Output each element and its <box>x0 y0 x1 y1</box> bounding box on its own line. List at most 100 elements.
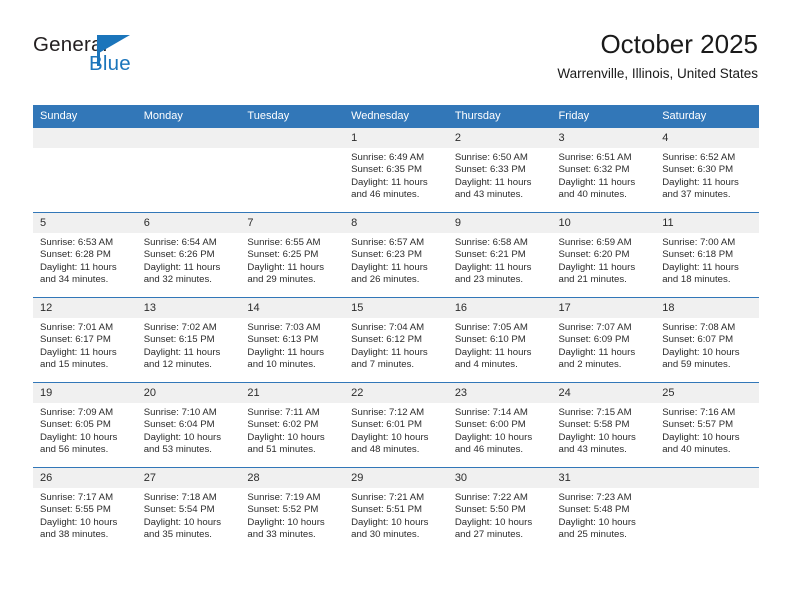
calendar-day-cell[interactable]: 7 Sunrise: 6:55 AM Sunset: 6:25 PM Daylight… <box>240 212 345 298</box>
weekday-header-sunday: Sunday <box>33 105 137 128</box>
daylight-text-line1: Daylight: 10 hours <box>662 431 740 443</box>
daylight-text-line1: Daylight: 10 hours <box>454 516 533 528</box>
day-number: 15 <box>344 298 448 318</box>
calendar-day-cell[interactable]: 10 Sunrise: 6:59 AM Sunset: 6:20 PM Dayligh… <box>551 212 656 298</box>
calendar-day-cell[interactable]: 4 Sunrise: 6:52 AM Sunset: 6:30 PM Daylight… <box>655 128 759 213</box>
calendar-day-cell[interactable]: 1 Sunrise: 6:49 AM Sunset: 6:35 PM Daylight… <box>344 128 448 213</box>
sunset-text: Sunset: 6:10 PM <box>454 334 526 346</box>
calendar-day-cell[interactable]: 6 Sunrise: 6:54 AM Sunset: 6:26 PM Daylight… <box>136 212 241 298</box>
calendar-day-cell[interactable]: 20 Sunrise: 7:10 AM Sunset: 6:04 PM Dayligh… <box>136 382 241 468</box>
sunrise-text: Sunrise: 6:59 AM <box>558 237 632 248</box>
calendar-day-cell[interactable]: 2 Sunrise: 6:50 AM Sunset: 6:33 PM Daylight… <box>447 128 552 213</box>
day-details: Sunrise: 7:19 AM Sunset: 5:52 PM Daylight:… <box>240 488 344 541</box>
calendar-day-cell[interactable]: 11 Sunrise: 7:00 AM Sunset: 6:18 PM Dayligh… <box>655 212 759 298</box>
day-number: 16 <box>447 298 552 318</box>
day-details: Sunrise: 7:01 AM Sunset: 6:17 PM Daylight:… <box>33 318 137 371</box>
daylight-text-line1: Daylight: 11 hours <box>351 346 428 358</box>
daylight-text-line1: Daylight: 10 hours <box>143 516 222 528</box>
daylight-text-line2: and 35 minutes. <box>143 528 212 540</box>
calendar-day-cell[interactable]: 5 Sunrise: 6:53 AM Sunset: 6:28 PM Daylight… <box>33 212 137 298</box>
day-details: Sunrise: 6:49 AM Sunset: 6:35 PM Daylight:… <box>344 148 448 201</box>
calendar-week-row: 12 Sunrise: 7:01 AM Sunset: 6:17 PM Dayligh… <box>33 297 759 383</box>
daylight-text-line1: Daylight: 11 hours <box>247 346 325 358</box>
daylight-text-line2: and 53 minutes. <box>143 443 212 455</box>
calendar-day-cell[interactable]: 14 Sunrise: 7:03 AM Sunset: 6:13 PM Dayligh… <box>240 297 345 383</box>
daylight-text-line1: Daylight: 10 hours <box>662 346 740 358</box>
day-details <box>137 148 241 201</box>
day-number: 19 <box>33 383 137 403</box>
day-details: Sunrise: 7:22 AM Sunset: 5:50 PM Daylight:… <box>448 488 552 541</box>
day-number: 24 <box>551 383 656 403</box>
calendar-day-cell[interactable]: 23 Sunrise: 7:14 AM Sunset: 6:00 PM Dayligh… <box>447 382 552 468</box>
day-details: Sunrise: 6:57 AM Sunset: 6:23 PM Daylight:… <box>344 233 448 286</box>
calendar-day-cell[interactable]: 25 Sunrise: 7:16 AM Sunset: 5:57 PM Dayligh… <box>655 382 759 468</box>
calendar-day-cell[interactable]: 31 Sunrise: 7:23 AM Sunset: 5:48 PM Dayligh… <box>551 467 656 552</box>
day-number: 18 <box>655 298 759 318</box>
sunset-text: Sunset: 6:01 PM <box>351 419 423 431</box>
calendar-day-cell[interactable]: 18 Sunrise: 7:08 AM Sunset: 6:07 PM Dayligh… <box>655 297 759 383</box>
calendar-day-cell[interactable]: 16 Sunrise: 7:05 AM Sunset: 6:10 PM Dayligh… <box>447 297 552 383</box>
calendar-day-cell[interactable]: 17 Sunrise: 7:07 AM Sunset: 6:09 PM Dayligh… <box>551 297 656 383</box>
sunrise-text: Sunrise: 7:00 AM <box>662 237 736 248</box>
sunrise-text: Sunrise: 6:50 AM <box>454 152 528 163</box>
daylight-text-line1: Daylight: 10 hours <box>247 516 325 528</box>
sunset-text: Sunset: 6:25 PM <box>247 249 319 261</box>
general-blue-logo[interactable]: General Blue <box>33 33 193 81</box>
calendar-day-cell[interactable]: 3 Sunrise: 6:51 AM Sunset: 6:32 PM Daylight… <box>551 128 656 213</box>
calendar-day-cell[interactable]: 26 Sunrise: 7:17 AM Sunset: 5:55 PM Dayligh… <box>33 467 137 552</box>
daylight-text-line2: and 37 minutes. <box>662 188 731 200</box>
calendar-day-cell[interactable]: 19 Sunrise: 7:09 AM Sunset: 6:05 PM Dayligh… <box>33 382 137 468</box>
calendar-day-cell[interactable]: 15 Sunrise: 7:04 AM Sunset: 6:12 PM Dayligh… <box>344 297 448 383</box>
calendar-day-cell[interactable]: 8 Sunrise: 6:57 AM Sunset: 6:23 PM Daylight… <box>344 212 448 298</box>
day-details: Sunrise: 7:02 AM Sunset: 6:15 PM Daylight:… <box>137 318 241 371</box>
weekday-header-saturday: Saturday <box>655 105 759 128</box>
daylight-text-line2: and 30 minutes. <box>351 528 420 540</box>
sunrise-text: Sunrise: 7:21 AM <box>351 492 425 503</box>
calendar-day-cell[interactable]: 13 Sunrise: 7:02 AM Sunset: 6:15 PM Dayligh… <box>136 297 241 383</box>
sunset-text: Sunset: 6:04 PM <box>143 419 215 431</box>
weekday-header-tuesday: Tuesday <box>240 105 345 128</box>
sunrise-text: Sunrise: 7:10 AM <box>143 407 217 418</box>
calendar-day-cell[interactable]: 24 Sunrise: 7:15 AM Sunset: 5:58 PM Dayligh… <box>551 382 656 468</box>
sunset-text: Sunset: 5:50 PM <box>454 504 526 516</box>
calendar-day-cell[interactable]: 27 Sunrise: 7:18 AM Sunset: 5:54 PM Dayligh… <box>136 467 241 552</box>
day-details <box>240 148 344 201</box>
daylight-text-line1: Daylight: 11 hours <box>143 261 221 273</box>
day-details: Sunrise: 7:18 AM Sunset: 5:54 PM Daylight:… <box>137 488 241 541</box>
calendar-day-cell[interactable]: 28 Sunrise: 7:19 AM Sunset: 5:52 PM Dayligh… <box>240 467 345 552</box>
calendar-week-row: 5 Sunrise: 6:53 AM Sunset: 6:28 PM Daylight… <box>33 212 759 298</box>
calendar-day-cell[interactable]: 21 Sunrise: 7:11 AM Sunset: 6:02 PM Dayligh… <box>240 382 345 468</box>
calendar-day-cell[interactable]: 12 Sunrise: 7:01 AM Sunset: 6:17 PM Dayligh… <box>33 297 137 383</box>
daylight-text-line2: and 34 minutes. <box>40 273 109 285</box>
calendar-day-cell[interactable]: 29 Sunrise: 7:21 AM Sunset: 5:51 PM Dayligh… <box>344 467 448 552</box>
calendar-cell-empty <box>240 128 345 213</box>
daylight-text-line1: Daylight: 11 hours <box>558 346 636 358</box>
sunrise-text: Sunrise: 7:23 AM <box>558 492 632 503</box>
daylight-text-line1: Daylight: 11 hours <box>40 346 117 358</box>
day-number: 29 <box>344 468 448 488</box>
day-number: 28 <box>240 468 345 488</box>
daylight-text-line2: and 18 minutes. <box>662 273 731 285</box>
weekday-header-monday: Monday <box>136 105 241 128</box>
daylight-text-line1: Daylight: 10 hours <box>40 516 118 528</box>
sunset-text: Sunset: 6:13 PM <box>247 334 319 346</box>
day-details: Sunrise: 7:05 AM Sunset: 6:10 PM Daylight:… <box>448 318 552 371</box>
day-number: 14 <box>240 298 345 318</box>
sunset-text: Sunset: 6:07 PM <box>662 334 734 346</box>
calendar-day-cell[interactable]: 9 Sunrise: 6:58 AM Sunset: 6:21 PM Daylight… <box>447 212 552 298</box>
day-number: 3 <box>551 128 656 148</box>
sunset-text: Sunset: 5:55 PM <box>40 504 111 516</box>
sunset-text: Sunset: 5:52 PM <box>247 504 319 516</box>
day-number: 11 <box>655 213 759 233</box>
calendar-week-row: 1 Sunrise: 6:49 AM Sunset: 6:35 PM Daylight… <box>33 128 759 213</box>
calendar-day-cell[interactable]: 22 Sunrise: 7:12 AM Sunset: 6:01 PM Dayligh… <box>344 382 448 468</box>
daylight-text-line2: and 26 minutes. <box>351 273 420 285</box>
daylight-text-line2: and 4 minutes. <box>454 358 518 370</box>
calendar-day-cell[interactable]: 30 Sunrise: 7:22 AM Sunset: 5:50 PM Dayligh… <box>447 467 552 552</box>
calendar-cell-empty <box>655 467 759 552</box>
sunrise-text: Sunrise: 6:49 AM <box>351 152 425 163</box>
sunset-text: Sunset: 5:54 PM <box>143 504 215 516</box>
daylight-text-line2: and 27 minutes. <box>454 528 524 540</box>
daylight-text-line1: Daylight: 11 hours <box>454 346 532 358</box>
day-number: 17 <box>551 298 656 318</box>
